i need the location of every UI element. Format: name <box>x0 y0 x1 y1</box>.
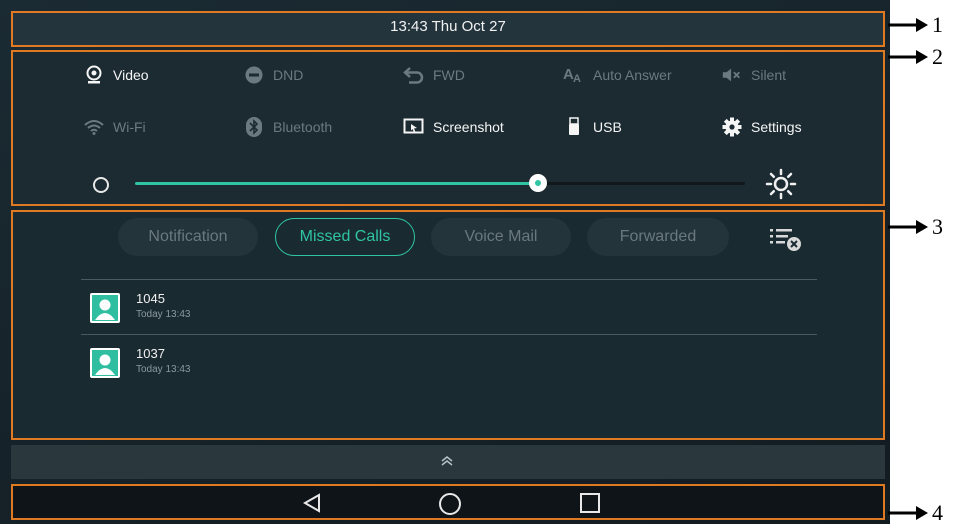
qs-fwd[interactable]: FWD <box>403 64 465 86</box>
double-chevron-up-icon <box>439 453 455 474</box>
missed-call-number: 1045 <box>136 291 165 306</box>
callout-label: 4 <box>932 500 943 525</box>
quick-settings-panel: Video DND FWD AA Auto Answer Silent Wi-F… <box>11 50 885 206</box>
clear-all-icon[interactable] <box>768 226 804 257</box>
qs-video-label: Video <box>113 67 149 83</box>
missed-call-number: 1037 <box>136 346 165 361</box>
list-divider <box>81 279 817 280</box>
brightness-slider-fill <box>135 182 538 185</box>
missed-call-time: Today 13:43 <box>136 309 191 320</box>
qs-settings[interactable]: Settings <box>721 116 802 138</box>
qs-auto-answer-label: Auto Answer <box>593 67 672 83</box>
missed-call-item[interactable]: 1037 Today 13:43 <box>90 346 790 386</box>
qs-wifi[interactable]: Wi-Fi <box>83 116 146 138</box>
callout-2: 2 <box>888 44 943 70</box>
qs-auto-answer[interactable]: AA Auto Answer <box>563 64 672 86</box>
qs-screenshot[interactable]: Screenshot <box>403 116 504 138</box>
qs-video[interactable]: Video <box>83 64 149 86</box>
qs-silent-label: Silent <box>751 67 787 83</box>
tab-notification[interactable]: Notification <box>118 218 258 256</box>
callout-3: 3 <box>888 214 943 240</box>
wifi-icon <box>83 116 105 138</box>
arrow-right-icon <box>888 506 928 520</box>
brightness-high-icon <box>765 168 797 205</box>
callout-label: 2 <box>932 44 943 69</box>
status-bar: 13:43 Thu Oct 27 <box>11 11 885 47</box>
callout-label: 3 <box>932 214 943 239</box>
back-triangle-icon <box>301 493 323 518</box>
qs-dnd[interactable]: DND <box>243 64 303 86</box>
tab-forwarded[interactable]: Forwarded <box>587 218 729 256</box>
recents-button[interactable] <box>579 492 601 519</box>
qs-wifi-label: Wi-Fi <box>113 119 146 135</box>
missed-call-time: Today 13:43 <box>136 364 191 375</box>
brightness-slider-thumb[interactable] <box>528 174 547 192</box>
brightness-slider[interactable] <box>135 174 745 192</box>
status-datetime: 13:43 Thu Oct 27 <box>390 18 506 35</box>
tab-missed-calls[interactable]: Missed Calls <box>275 218 415 256</box>
do-not-disturb-icon <box>243 64 265 86</box>
qs-dnd-label: DND <box>273 67 304 83</box>
home-circle-icon <box>438 493 462 520</box>
recents-square-icon <box>579 493 601 518</box>
arrow-right-icon <box>888 220 928 234</box>
qs-screenshot-label: Screenshot <box>433 119 504 135</box>
gear-icon <box>721 116 743 138</box>
usb-icon <box>563 116 585 138</box>
qs-settings-label: Settings <box>751 119 802 135</box>
forward-arrow-icon <box>403 64 425 86</box>
auto-answer-icon: AA <box>563 64 585 86</box>
contact-avatar-icon <box>90 348 120 378</box>
qs-bluetooth-label: Bluetooth <box>273 119 333 135</box>
screenshot-icon <box>403 116 425 138</box>
arrow-right-icon <box>888 50 928 64</box>
callout-1: 1 <box>888 12 943 38</box>
svg-text:A: A <box>573 73 581 85</box>
qs-bluetooth[interactable]: Bluetooth <box>243 116 332 138</box>
qs-usb-label: USB <box>593 119 622 135</box>
contact-avatar-icon <box>90 293 120 323</box>
callout-4: 4 <box>888 500 943 526</box>
video-camera-icon <box>83 64 105 86</box>
back-button[interactable] <box>301 492 323 519</box>
notification-panel: Notification Missed Calls Voice Mail For… <box>11 210 885 440</box>
navigation-bar <box>11 484 885 520</box>
home-button[interactable] <box>438 492 462 521</box>
qs-silent[interactable]: Silent <box>721 64 786 86</box>
list-divider <box>81 334 817 335</box>
qs-fwd-label: FWD <box>433 67 465 83</box>
brightness-low-icon <box>93 177 109 193</box>
bluetooth-icon <box>243 116 265 138</box>
tab-voice-mail[interactable]: Voice Mail <box>431 218 571 256</box>
speaker-mute-icon <box>721 64 743 86</box>
callout-label: 1 <box>932 12 943 37</box>
arrow-right-icon <box>888 18 928 32</box>
missed-call-item[interactable]: 1045 Today 13:43 <box>90 291 790 331</box>
qs-usb[interactable]: USB <box>563 116 622 138</box>
collapse-handle[interactable] <box>11 445 885 479</box>
